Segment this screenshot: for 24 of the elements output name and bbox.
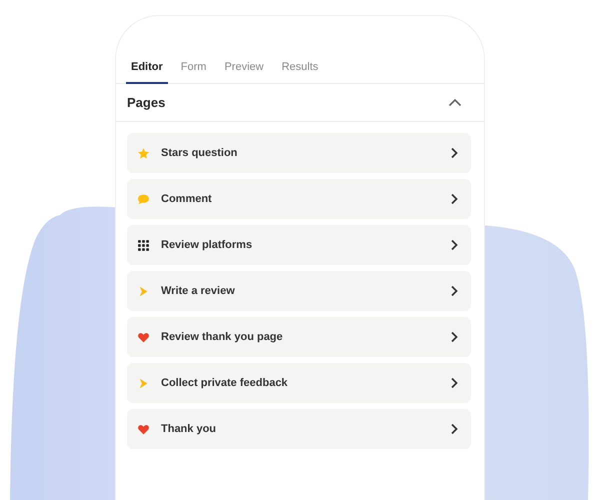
chevron-right-icon xyxy=(449,193,459,205)
speech-bubble-icon xyxy=(137,192,150,206)
chevron-icon xyxy=(137,284,150,298)
heart-icon xyxy=(137,330,150,344)
chevron-right-icon xyxy=(449,331,459,343)
grid-icon xyxy=(137,238,150,252)
page-item[interactable]: Thank you xyxy=(127,409,471,449)
chevron-right-icon xyxy=(449,377,459,389)
chevron-right-icon xyxy=(449,285,459,297)
tab[interactable]: Editor xyxy=(126,51,168,84)
chevron-right-icon xyxy=(449,147,459,159)
page-item[interactable]: Write a review xyxy=(127,271,471,311)
chevron-right-icon xyxy=(449,239,459,251)
page-item[interactable]: Review platforms xyxy=(127,225,471,265)
page-item[interactable]: Stars question xyxy=(127,133,471,173)
chevron-icon xyxy=(137,376,150,390)
page-item[interactable]: Review thank you page xyxy=(127,317,471,357)
heart-icon xyxy=(137,422,150,436)
page-item[interactable]: Collect private feedback xyxy=(127,363,471,403)
collapse-button[interactable] xyxy=(446,96,464,109)
section-title: Pages xyxy=(127,95,166,110)
chevron-right-icon xyxy=(449,423,459,435)
star-icon xyxy=(137,146,150,160)
page-item[interactable]: Comment xyxy=(127,179,471,219)
